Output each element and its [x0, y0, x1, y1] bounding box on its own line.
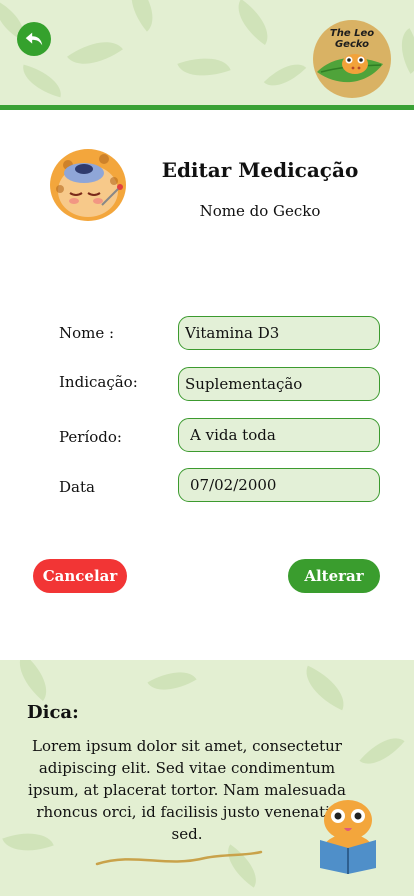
leaf-decoration: [147, 660, 197, 702]
save-button[interactable]: Alterar: [288, 559, 380, 593]
date-label: Data: [59, 478, 95, 496]
page-title: Editar Medicação: [161, 158, 359, 182]
period-label: Período:: [59, 428, 122, 446]
name-field[interactable]: [178, 316, 380, 350]
tip-panel: Dica: Lorem ipsum dolor sit amet, consec…: [0, 660, 414, 896]
leaf-decoration: [17, 64, 67, 98]
leaf-decoration: [359, 727, 405, 775]
header-bar: The Leo Gecko: [0, 0, 414, 107]
period-field[interactable]: [178, 418, 380, 452]
leaf-decoration: [227, 0, 279, 46]
leaf-decoration: [390, 28, 414, 74]
tip-text: Lorem ipsum dolor sit amet, consectetur …: [28, 737, 346, 843]
date-field[interactable]: [178, 468, 380, 502]
leaf-decoration: [296, 665, 354, 711]
indication-label: Indicação:: [59, 373, 138, 391]
leaf-decoration: [67, 28, 123, 78]
gecko-logo-icon: [317, 54, 383, 83]
tip-title: Dica:: [27, 702, 79, 723]
reading-gecko-icon: [320, 800, 376, 874]
name-label: Nome :: [59, 324, 115, 342]
leaf-decoration: [118, 0, 166, 32]
back-button[interactable]: [17, 22, 51, 56]
app-logo: The Leo Gecko: [313, 20, 391, 98]
header-divider: [0, 105, 414, 110]
leaf-decoration: [7, 660, 59, 701]
leaf-decoration: [177, 47, 231, 87]
decorative-squiggle: [95, 850, 263, 866]
cancel-button[interactable]: Cancelar: [33, 559, 127, 593]
sick-gecko-avatar: [50, 149, 126, 221]
back-arrow-icon: [25, 32, 43, 46]
indication-field[interactable]: [178, 367, 380, 401]
leaf-decoration: [263, 53, 307, 97]
gecko-name-label: Nome do Gecko: [199, 202, 321, 220]
